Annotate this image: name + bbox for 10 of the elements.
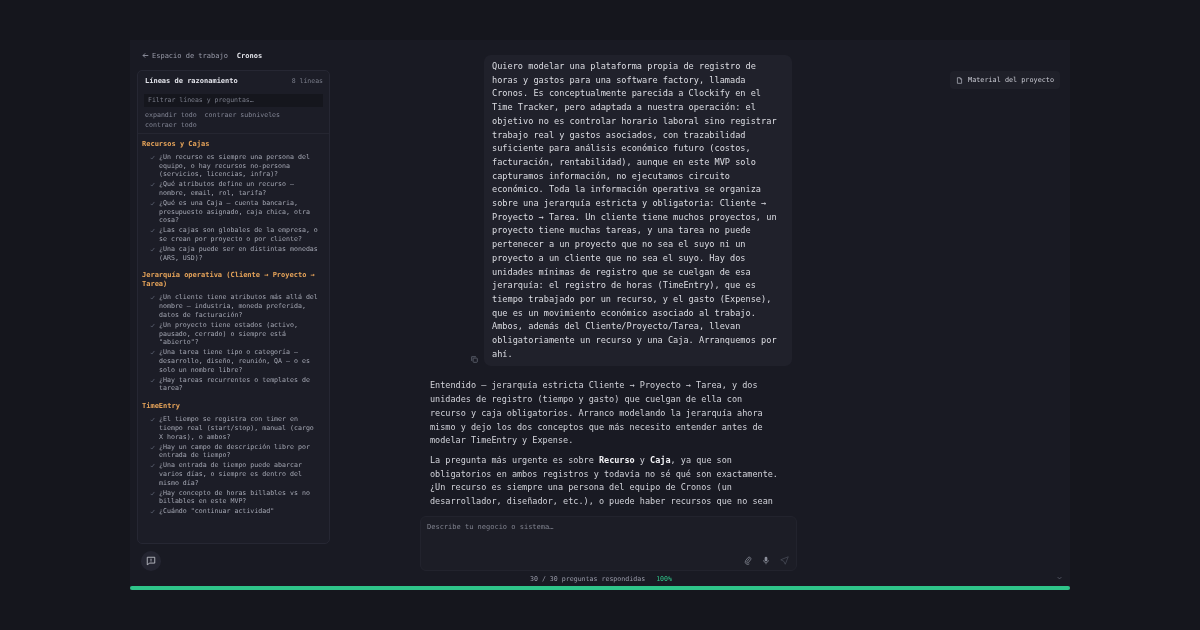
assistant-paragraph: La pregunta más urgente es sobre Recurso y Caja, ya que son obligatorios en ambos registros y todavía no sé qué son exactamente. ¿Un recurso es siempre una persona del equipo de Cronos (un desarrollador, diseñador, etc.), o puede haber recursos que no sean [430, 454, 779, 509]
feedback-icon [146, 556, 156, 567]
user-message: Quiero modelar una plataforma propia de registro de horas y gastos para una software factory, llamada Cronos. Es conceptualmente parecida a Clockify en el Time Tracker, pero adaptada a nuestra operación: el objetivo no es controlar horario laboral sino registrar trabajo real y gastos asociados, con trazabilidad suficiente para análisis económico futuro (costos, facturación, rentabilidad), aunque en este MVP solo capturamos información, no ejecutamos circuito económico. Toda la información operativa se organiza sobre una jerarquía estricta y obligatoria: Cliente → Proyecto → Tarea. Un cliente tiene muchos proyectos, un proyecto tiene muchas tareas, y una tarea no puede pertenecer a un proyecto que no sea el suyo ni un proyecto a un cliente que no sea el suyo. Hay dos unidades mínimas de registro que se cuelgan de esa jerarquía: el registro de horas (TimeEntry), que es tiempo trabajado por un recurso, y el gasto (Expense), que es un movimiento económico asociado al trabajo. Ambos, además del Cliente/Proyecto/Tarea, llevan obligatoriamente un recurso y una Caja. Arranquemos por ahí. [484, 55, 792, 367]
assistant-paragraph: Entendido — jerarquía estricta Cliente → Proyecto → Tarea, y dos unidades de registro (tiempo y gasto) que cuelgan de ella con recurso y caja obligatorios. Arranco modelando la jerarquía ahora mismo y dejo los dos conceptos que más necesito entender antes de modelar TimeEntry y Expense. [430, 379, 764, 448]
copy-icon[interactable] [471, 356, 478, 364]
document-icon [956, 76, 964, 84]
arrow-left-icon [142, 52, 149, 60]
feedback-button[interactable] [141, 551, 161, 571]
microphone-icon[interactable] [762, 555, 770, 565]
paperclip-icon[interactable] [744, 555, 752, 565]
